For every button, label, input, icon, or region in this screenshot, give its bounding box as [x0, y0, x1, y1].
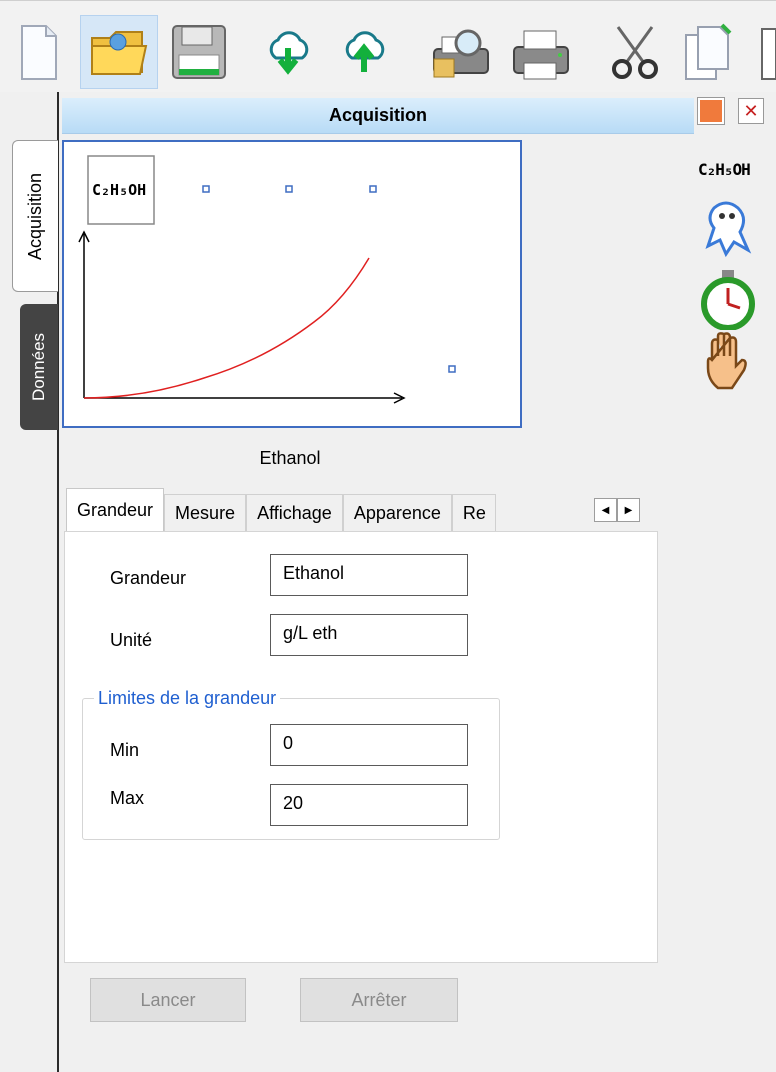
chart-preview[interactable]: C₂H₅OH [62, 140, 522, 428]
tab-label: Re [462, 503, 486, 523]
min-value: 0 [283, 733, 294, 753]
tab-grandeur[interactable]: Grandeur [66, 488, 165, 532]
hand-stop-icon[interactable] [700, 330, 752, 399]
max-input[interactable]: 20 [270, 784, 468, 826]
save-icon [172, 25, 226, 79]
copy-icon [685, 23, 732, 80]
tab-scroll-left-button[interactable]: ◀ [594, 498, 617, 522]
chart-badge-text: C₂H₅OH [92, 181, 146, 199]
ghost-icon[interactable] [700, 198, 754, 263]
resize-handle[interactable] [369, 185, 377, 193]
paste-icon [761, 28, 776, 80]
new-document-button[interactable] [8, 15, 68, 89]
chevron-right-icon: ▶ [624, 504, 633, 516]
download-button[interactable] [262, 15, 314, 89]
resize-handle[interactable] [285, 185, 293, 193]
side-tab-donnees-label: Données [29, 332, 48, 402]
arreter-label: Arrêter [351, 989, 407, 1010]
stopwatch-icon[interactable] [700, 268, 756, 335]
tab-scroll-right-button[interactable]: ▶ [617, 498, 640, 522]
tab-scroll-controls: ◀ ▶ [594, 498, 640, 522]
upload-button[interactable] [338, 15, 390, 89]
grandeur-input[interactable]: Ethanol [270, 554, 468, 596]
toolbar [0, 0, 776, 92]
print-preview-icon [433, 29, 489, 78]
panel-minimize-button[interactable] [697, 97, 725, 125]
min-label: Min [110, 740, 140, 760]
unite-input[interactable]: g/L eth [270, 614, 468, 656]
toolbar-overflow[interactable] [756, 15, 776, 89]
save-button[interactable] [166, 15, 232, 89]
min-input[interactable]: 0 [270, 724, 468, 766]
open-folder-icon [91, 31, 148, 75]
lancer-label: Lancer [140, 989, 196, 1010]
chevron-left-icon: ◀ [601, 504, 610, 516]
copy-button[interactable] [680, 15, 738, 89]
max-label: Max [110, 788, 145, 808]
cloud-download-icon [269, 31, 309, 75]
grandeur-value: Ethanol [283, 563, 345, 583]
cut-button[interactable] [606, 15, 664, 89]
print-preview-button[interactable] [428, 15, 494, 89]
print-button[interactable] [508, 15, 574, 89]
cloud-upload-icon [345, 31, 385, 72]
new-document-icon [21, 25, 57, 80]
arreter-button[interactable]: Arrêter [300, 978, 458, 1022]
formula-icon[interactable]: C₂H₅OH [698, 160, 751, 179]
max-value: 20 [283, 793, 304, 813]
panel-title: Acquisition [329, 105, 427, 125]
tab-mesure[interactable]: Mesure [164, 494, 247, 532]
resize-handle[interactable] [202, 185, 210, 193]
grandeur-label: Grandeur [110, 568, 187, 588]
close-icon: ✕ [743, 100, 759, 121]
panel-close-button[interactable]: ✕ [738, 98, 764, 124]
open-button[interactable] [80, 15, 158, 89]
tab-bar: Grandeur Mesure Affichage Apparence Re [66, 488, 496, 532]
resize-handle[interactable] [448, 365, 456, 373]
side-tab-acquisition[interactable]: Acquisition [12, 140, 58, 292]
tab-label: Affichage [257, 503, 332, 523]
tab-affichage[interactable]: Affichage [246, 494, 343, 532]
limits-title: Limites de la grandeur [94, 688, 281, 709]
tab-apparence[interactable]: Apparence [342, 494, 452, 532]
cut-icon [612, 26, 658, 79]
chart-svg: C₂H₅OH [78, 155, 456, 404]
print-icon [513, 30, 569, 80]
tab-label: Grandeur [77, 500, 154, 520]
unite-value: g/L eth [283, 623, 338, 643]
preview-curve [83, 257, 370, 399]
lancer-button[interactable]: Lancer [90, 978, 246, 1022]
side-tab-acquisition-label: Acquisition [25, 172, 46, 260]
panel-header: Acquisition [62, 98, 694, 134]
chart-caption: Ethanol [259, 448, 321, 468]
tab-truncated[interactable]: Re [451, 494, 496, 532]
side-tab-donnees[interactable]: Données [20, 304, 58, 430]
tab-label: Apparence [353, 503, 441, 523]
tab-label: Mesure [175, 503, 236, 523]
unite-label: Unité [110, 630, 153, 650]
